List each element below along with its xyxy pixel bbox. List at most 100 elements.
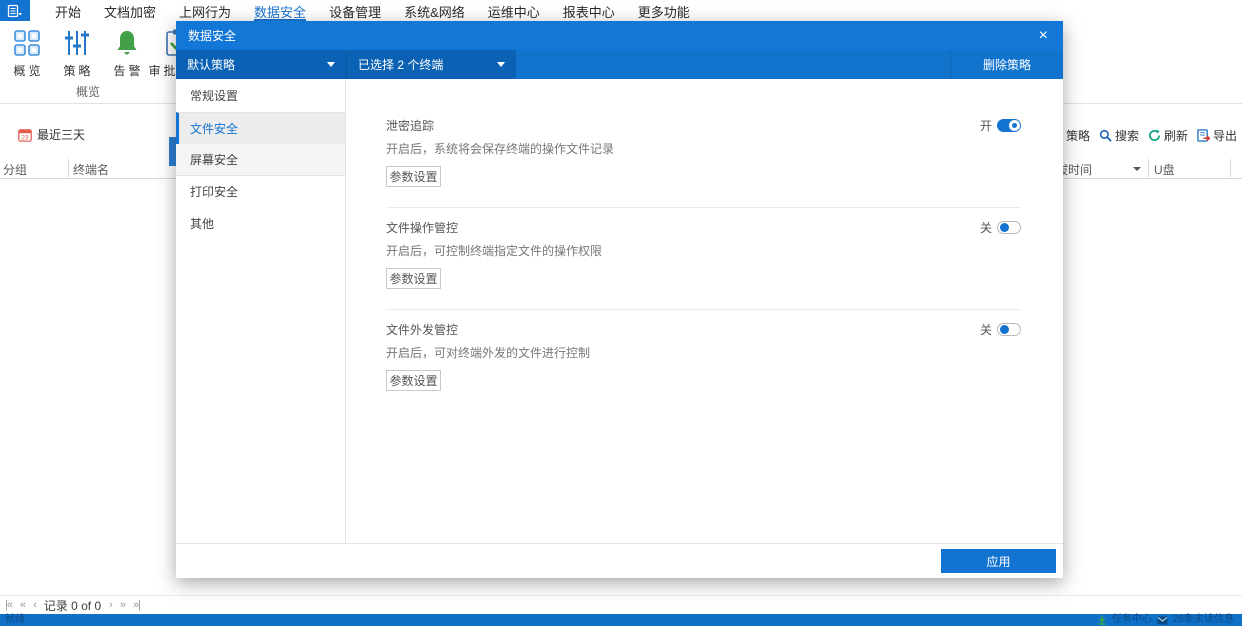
column-header-terminal-name[interactable]: 终端名 bbox=[73, 161, 109, 178]
section-description: 开启后，可控制终端指定文件的操作权限 bbox=[386, 244, 603, 258]
date-range-filter[interactable]: 23 最近三天 bbox=[18, 126, 85, 143]
menu-items: 开始 文档加密 上网行为 数据安全 设备管理 系统&网络 运维中心 报表中心 更… bbox=[55, 0, 690, 21]
menu-item-doc-encryption[interactable]: 文档加密 bbox=[104, 0, 156, 21]
refresh-icon bbox=[1149, 129, 1161, 141]
dialog-content: 泄密追踪 开 开启后，系统将会保存终端的操作文件记录 参数设置 文件操作管控 关 bbox=[346, 79, 1063, 543]
export-icon bbox=[1197, 129, 1211, 142]
unread-messages-link[interactable]: 26条未读信息 bbox=[1173, 614, 1234, 626]
export-button[interactable]: 导出 bbox=[1197, 127, 1237, 144]
menu-item-report-center[interactable]: 报表中心 bbox=[563, 0, 615, 21]
download-arrow-icon bbox=[1098, 615, 1106, 625]
dialog-sidebar: 常规设置 文件安全 屏幕安全 打印安全 其他 bbox=[176, 79, 346, 543]
sliders-icon bbox=[65, 31, 89, 55]
menubar: 开始 文档加密 上网行为 数据安全 设备管理 系统&网络 运维中心 报表中心 更… bbox=[0, 0, 1242, 21]
status-ready-label: 就绪 bbox=[5, 614, 25, 625]
search-button[interactable]: 搜索 bbox=[1099, 127, 1139, 144]
next-page-button[interactable]: › bbox=[109, 599, 113, 611]
chevron-down-icon bbox=[497, 62, 505, 67]
svg-text:23: 23 bbox=[21, 134, 29, 141]
section-file-operation-control: 文件操作管控 关 开启后，可控制终端指定文件的操作权限 参数设置 bbox=[386, 207, 1021, 309]
dialog-title: 数据安全 bbox=[188, 29, 237, 43]
task-center-link[interactable]: 任务中心 bbox=[1112, 614, 1152, 626]
dialog-footer: 应用 bbox=[176, 543, 1063, 578]
fast-next-button[interactable]: » bbox=[120, 599, 126, 611]
menu-item-web-behavior[interactable]: 上网行为 bbox=[179, 0, 231, 21]
bell-icon bbox=[117, 31, 137, 55]
status-right-group: 任务中心 26条未读信息 bbox=[1097, 614, 1234, 626]
record-count-label: 记录 0 of 0 bbox=[43, 598, 102, 613]
toggle-knob bbox=[1000, 324, 1009, 334]
menu-item-more[interactable]: 更多功能 bbox=[638, 0, 690, 21]
toggle-state-label: 开 bbox=[979, 118, 992, 133]
section-description: 开启后，系统将会保存终端的操作文件记录 bbox=[386, 142, 615, 156]
toggle-state-label: 关 bbox=[979, 220, 992, 235]
app-menu-button[interactable] bbox=[0, 0, 30, 21]
file-operation-toggle[interactable] bbox=[997, 220, 1021, 234]
sidebar-item-file-security[interactable]: 文件安全 bbox=[176, 112, 345, 144]
app-menu-icon bbox=[7, 4, 22, 17]
app-window: 开始 文档加密 上网行为 数据安全 设备管理 系统&网络 运维中心 报表中心 更… bbox=[0, 0, 1242, 626]
menu-item-ops-center[interactable]: 运维中心 bbox=[488, 0, 540, 21]
prev-page-button[interactable]: ‹ bbox=[33, 599, 37, 611]
ribbon-tool-label: 概览 bbox=[13, 64, 44, 78]
section-title: 文件操作管控 bbox=[386, 220, 459, 235]
column-header-group[interactable]: 分组 bbox=[3, 161, 27, 178]
policy-selector-dropdown[interactable]: 默认策略 bbox=[176, 50, 346, 79]
last-page-button[interactable]: »| bbox=[133, 599, 141, 611]
leak-tracking-toggle[interactable] bbox=[997, 118, 1021, 132]
sidebar-item-print-security[interactable]: 打印安全 bbox=[176, 176, 345, 208]
ribbon-tool-overview[interactable]: 概览 bbox=[2, 28, 52, 79]
terminal-selector-dropdown[interactable]: 已选择 2 个终端 bbox=[346, 50, 516, 79]
dialog-titlebar: 数据安全 × bbox=[176, 21, 1063, 50]
column-divider bbox=[1148, 159, 1149, 177]
toggle-knob bbox=[1009, 119, 1020, 131]
parameter-settings-button[interactable]: 参数设置 bbox=[386, 166, 441, 187]
pagination-bar: |« « ‹ 记录 0 of 0 › » »| bbox=[0, 595, 1242, 614]
section-title: 文件外发管控 bbox=[386, 322, 459, 337]
delete-policy-button[interactable]: 删除策略 bbox=[950, 50, 1063, 79]
section-leak-tracking: 泄密追踪 开 开启后，系统将会保存终端的操作文件记录 参数设置 bbox=[386, 117, 1021, 207]
parameter-settings-button[interactable]: 参数设置 bbox=[386, 268, 441, 289]
search-icon bbox=[1099, 129, 1112, 142]
mail-icon bbox=[1157, 616, 1168, 624]
menu-item-device-mgmt[interactable]: 设备管理 bbox=[329, 0, 381, 21]
column-divider bbox=[68, 159, 69, 177]
section-title: 泄密追踪 bbox=[386, 118, 435, 133]
ribbon-tool-label: 策略 bbox=[63, 64, 94, 78]
fast-prev-button[interactable]: « bbox=[20, 599, 26, 611]
date-range-label: 最近三天 bbox=[37, 128, 86, 142]
section-file-outgoing-control: 文件外发管控 关 开启后，可对终端外发的文件进行控制 参数设置 bbox=[386, 309, 1021, 411]
toggle-group: 开 bbox=[980, 117, 1021, 134]
parameter-settings-button[interactable]: 参数设置 bbox=[386, 370, 441, 391]
refresh-button[interactable]: 刷新 bbox=[1148, 127, 1188, 144]
first-page-button[interactable]: |« bbox=[5, 599, 13, 611]
grid-icon bbox=[14, 30, 40, 56]
sort-caret-icon[interactable] bbox=[1133, 167, 1141, 171]
chevron-down-icon bbox=[327, 62, 335, 67]
toolbar-actions: 策略 搜索 刷新 导出 bbox=[1050, 127, 1237, 144]
policy-selector-label: 默认策略 bbox=[187, 58, 236, 72]
menu-item-start[interactable]: 开始 bbox=[55, 0, 81, 21]
policy-action-label: 策略 bbox=[1066, 129, 1091, 143]
menu-item-data-security[interactable]: 数据安全 bbox=[254, 0, 306, 21]
search-label: 搜索 bbox=[1115, 129, 1140, 143]
sidebar-item-general-settings[interactable]: 常规设置 bbox=[176, 80, 345, 112]
close-icon[interactable]: × bbox=[1036, 27, 1051, 44]
menu-item-system-network[interactable]: 系统&网络 bbox=[404, 0, 465, 21]
file-outgoing-toggle[interactable] bbox=[997, 322, 1021, 336]
data-security-dialog: 数据安全 × 默认策略 已选择 2 个终端 删除策略 常规设置 文件安全 屏幕安… bbox=[176, 21, 1063, 578]
ribbon-tool-alert[interactable]: 告警 bbox=[102, 28, 152, 79]
ribbon-tool-policy[interactable]: 策略 bbox=[52, 28, 102, 79]
calendar-icon: 23 bbox=[18, 128, 32, 142]
column-header-usb[interactable]: U盘 bbox=[1154, 161, 1175, 178]
obscured-background-element bbox=[169, 137, 176, 166]
dialog-body: 常规设置 文件安全 屏幕安全 打印安全 其他 泄密追踪 开 开启后，系统将会保存… bbox=[176, 79, 1063, 543]
dialog-toolbar: 默认策略 已选择 2 个终端 删除策略 bbox=[176, 50, 1063, 79]
sidebar-item-other[interactable]: 其他 bbox=[176, 208, 345, 240]
sidebar-item-screen-security[interactable]: 屏幕安全 bbox=[176, 144, 345, 176]
ribbon-tool-label: 告警 bbox=[113, 64, 144, 78]
column-divider bbox=[1230, 159, 1231, 177]
apply-button[interactable]: 应用 bbox=[941, 549, 1056, 573]
export-label: 导出 bbox=[1213, 129, 1238, 143]
